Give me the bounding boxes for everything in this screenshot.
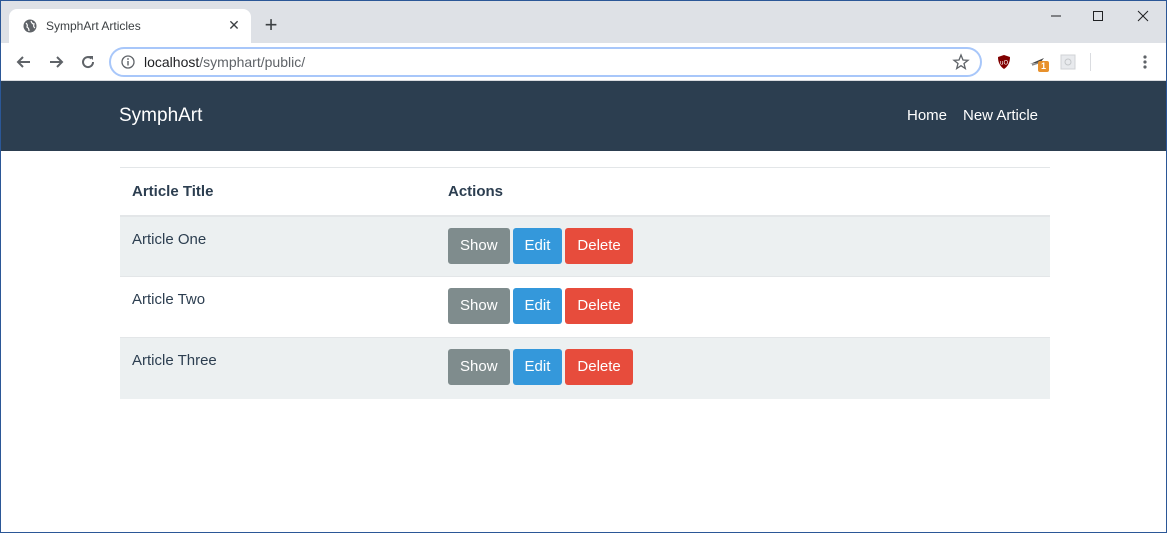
forward-arrow-icon[interactable] [46, 52, 66, 72]
brand-link[interactable]: SymphArt [119, 105, 202, 127]
actions-cell: Show Edit Delete [436, 276, 1050, 338]
more-menu-icon[interactable] [1137, 53, 1153, 71]
close-window-icon[interactable] [1128, 7, 1158, 27]
table-row: Article Three Show Edit Delete [120, 337, 1050, 399]
article-title-cell: Article Two [120, 276, 436, 338]
maximize-icon[interactable] [1083, 7, 1113, 27]
url-text: localhost/symphart/public/ [144, 54, 305, 70]
article-title-cell: Article Three [120, 337, 436, 399]
extension-jet-icon[interactable]: 1 [1029, 54, 1049, 72]
close-tab-icon[interactable]: ✕ [226, 17, 242, 33]
edit-button[interactable]: Edit [512, 349, 563, 385]
svg-text:uO: uO [1000, 60, 1009, 67]
header-article-title: Article Title [120, 167, 436, 217]
ublock-icon[interactable]: uO [996, 54, 1012, 70]
browser-tab[interactable]: SymphArt Articles ✕ [9, 9, 251, 43]
tab-strip: SymphArt Articles ✕ + [1, 1, 1166, 43]
minimize-icon[interactable] [1041, 7, 1071, 27]
new-tab-icon[interactable]: + [261, 14, 281, 36]
articles-table: Article Title Actions Article One Show Ed… [120, 167, 1050, 399]
table-row: Article One Show Edit Delete [120, 215, 1050, 277]
show-button[interactable]: Show [448, 349, 510, 385]
info-icon[interactable] [121, 55, 135, 69]
article-title-cell: Article One [120, 215, 436, 277]
header-actions: Actions [436, 167, 1050, 217]
browser-window: SymphArt Articles ✕ + localhost/symphart… [0, 0, 1167, 533]
delete-button[interactable]: Delete [565, 349, 633, 385]
address-bar[interactable]: localhost/symphart/public/ [109, 47, 982, 77]
site-navbar: SymphArt Home New Article [1, 81, 1166, 151]
toolbar-divider [1090, 53, 1091, 71]
extension-grid-icon[interactable] [1060, 54, 1076, 70]
delete-button[interactable]: Delete [565, 227, 633, 264]
table-header-row: Article Title Actions [120, 167, 1050, 217]
back-arrow-icon[interactable] [14, 52, 34, 72]
table-row: Article Two Show Edit Delete [120, 276, 1050, 338]
edit-button[interactable]: Edit [512, 227, 563, 264]
actions-cell: Show Edit Delete [436, 215, 1050, 277]
nav-new-article-link[interactable]: New Article [963, 107, 1038, 124]
reload-icon[interactable] [78, 52, 98, 72]
bookmark-star-icon[interactable] [952, 53, 970, 71]
edit-button[interactable]: Edit [512, 288, 563, 324]
nav-home-link[interactable]: Home [907, 107, 947, 124]
show-button[interactable]: Show [448, 227, 510, 264]
globe-icon [23, 19, 37, 33]
extension-badge: 1 [1038, 61, 1049, 72]
browser-toolbar: localhost/symphart/public/ uO 1 [1, 43, 1166, 81]
url-host: localhost [144, 54, 200, 70]
tab-title: SymphArt Articles [46, 19, 141, 33]
show-button[interactable]: Show [448, 288, 510, 324]
delete-button[interactable]: Delete [565, 288, 633, 324]
actions-cell: Show Edit Delete [436, 337, 1050, 399]
url-path: /symphart/public/ [199, 54, 306, 70]
